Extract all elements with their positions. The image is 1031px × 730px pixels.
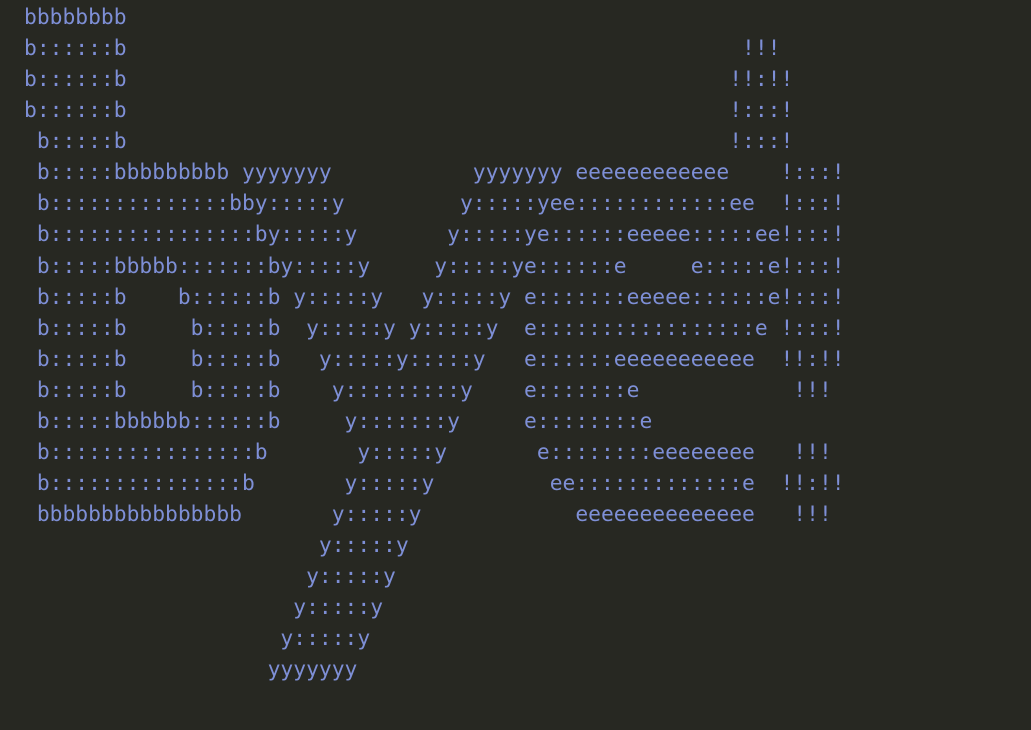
ascii-art-line: b:::::bbbbbb::::::b y:::::::y e::::::::e [24, 408, 653, 434]
ascii-art-line: b:::::b b::::::b y:::::y y:::::y e::::::… [24, 284, 845, 310]
ascii-art-line: b:::::bbbbb:::::::by:::::y y:::::ye:::::… [24, 253, 845, 279]
ascii-art-line: yyyyyyy [24, 657, 358, 683]
ascii-art-line: y:::::y [24, 626, 371, 652]
ascii-art-output: bbbbbbbbb::::::b !!!b::::::b !!:!!b:::::… [24, 2, 1031, 685]
ascii-art-line: b::::::::::::::::by:::::y y:::::ye::::::… [24, 222, 845, 248]
ascii-art-line: b:::::b b:::::b y:::::y:::::y e::::::eee… [24, 346, 845, 372]
terminal-window: bbbbbbbbb::::::b !!!b::::::b !!:!!b:::::… [0, 0, 1031, 730]
ascii-art-line: b:::::b b:::::b y:::::::::y e:::::::e !!… [24, 377, 832, 403]
ascii-art-line: b::::::b !!! [24, 36, 781, 62]
ascii-art-line: b::::::::::::::bby:::::y y:::::yee::::::… [24, 191, 845, 217]
ascii-art-line: b:::::b b:::::b y:::::y y:::::y e:::::::… [24, 315, 845, 341]
ascii-art-line: bbbbbbbb [24, 5, 127, 30]
ascii-art-line: y:::::y [24, 533, 409, 559]
ascii-art-line: b:::::b !:::! [24, 129, 794, 155]
ascii-art-line: y:::::y [24, 595, 384, 621]
ascii-art-line: b:::::::::::::::b y:::::y ee::::::::::::… [24, 470, 845, 496]
ascii-art-line: b::::::b !:::! [24, 98, 794, 124]
ascii-art-line: b::::::::::::::::b y:::::y e::::::::eeee… [24, 439, 832, 465]
ascii-art-line: bbbbbbbbbbbbbbbb y:::::y eeeeeeeeeeeeee … [24, 502, 832, 527]
ascii-art-line: b:::::bbbbbbbbb yyyyyyy yyyyyyy eeeeeeee… [24, 160, 845, 186]
ascii-art-line: y:::::y [24, 564, 396, 590]
ascii-art-line: b::::::b !!:!! [24, 67, 794, 93]
